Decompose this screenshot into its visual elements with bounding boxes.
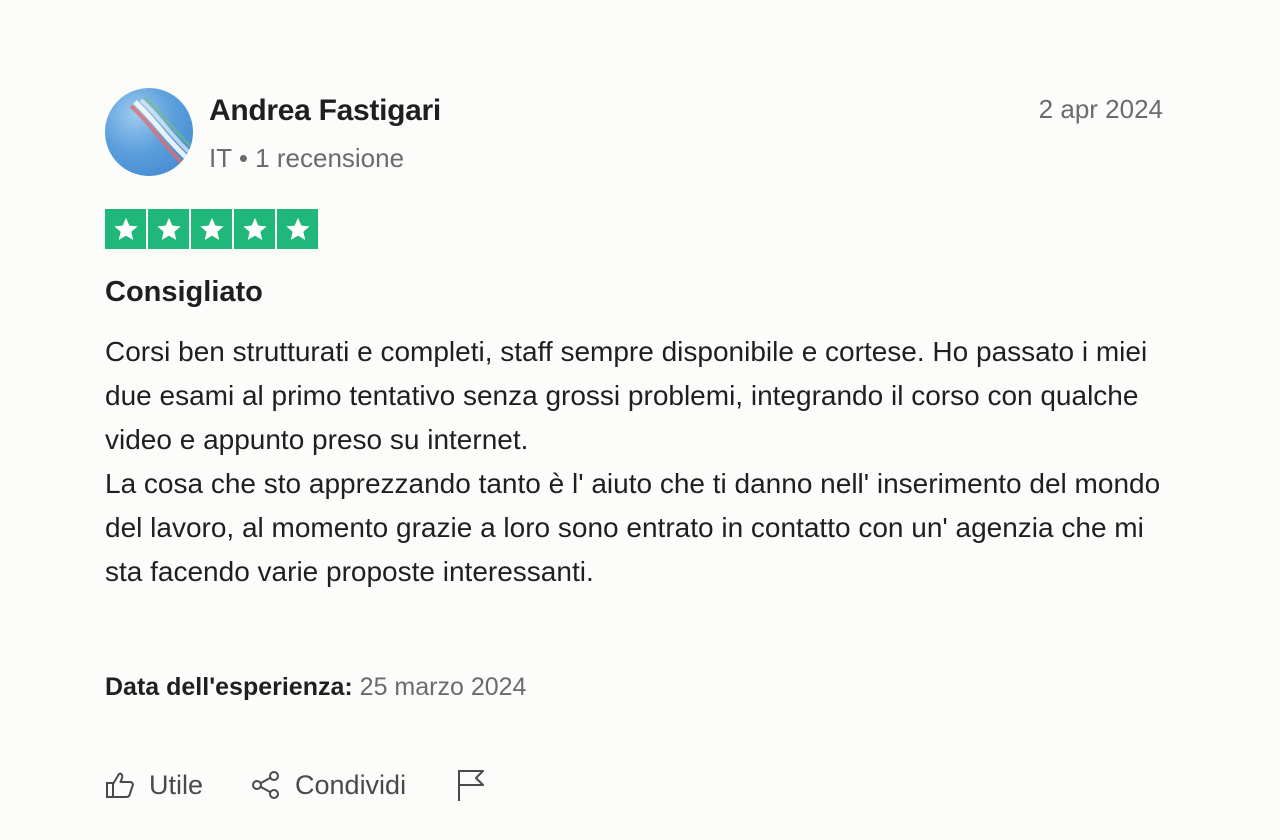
review-paragraph: Corsi ben strutturati e completi, staff …: [105, 336, 1148, 455]
star-icon: [234, 209, 275, 249]
review-title: Consigliato: [105, 276, 263, 308]
review-date: 2 apr 2024: [1038, 94, 1163, 124]
share-icon: [251, 770, 281, 800]
share-button[interactable]: Condividi: [251, 770, 406, 801]
useful-button[interactable]: Utile: [105, 770, 203, 801]
experience-value: 25 marzo 2024: [359, 673, 527, 701]
share-label: Condividi: [295, 769, 407, 800]
thumbs-up-icon: [105, 771, 135, 799]
author-name[interactable]: Andrea Fastigari: [209, 94, 441, 128]
review-card: Andrea Fastigari IT • 1 recensione 2 apr…: [105, 88, 1165, 801]
star-icon: [191, 209, 232, 249]
star-icon: [105, 209, 146, 249]
review-header: Andrea Fastigari IT • 1 recensione 2 apr…: [105, 88, 1165, 178]
useful-label: Utile: [149, 769, 204, 800]
review-actions: Utile Condividi: [105, 768, 486, 802]
author-meta: IT • 1 recensione: [209, 143, 405, 173]
flag-icon: [456, 768, 486, 802]
review-body: Corsi ben strutturati e completi, staff …: [105, 330, 1165, 594]
avatar-image: [129, 96, 193, 166]
experience-label: Data dell'esperienza:: [105, 673, 353, 701]
review-paragraph: La cosa che sto apprezzando tanto è l' a…: [105, 468, 1161, 587]
experience-date: Data dell'esperienza: 25 marzo 2024: [105, 673, 526, 702]
star-icon: [148, 209, 189, 249]
star-rating: [105, 209, 318, 249]
star-icon: [277, 209, 318, 249]
report-button[interactable]: [456, 768, 486, 802]
avatar[interactable]: [105, 88, 193, 176]
